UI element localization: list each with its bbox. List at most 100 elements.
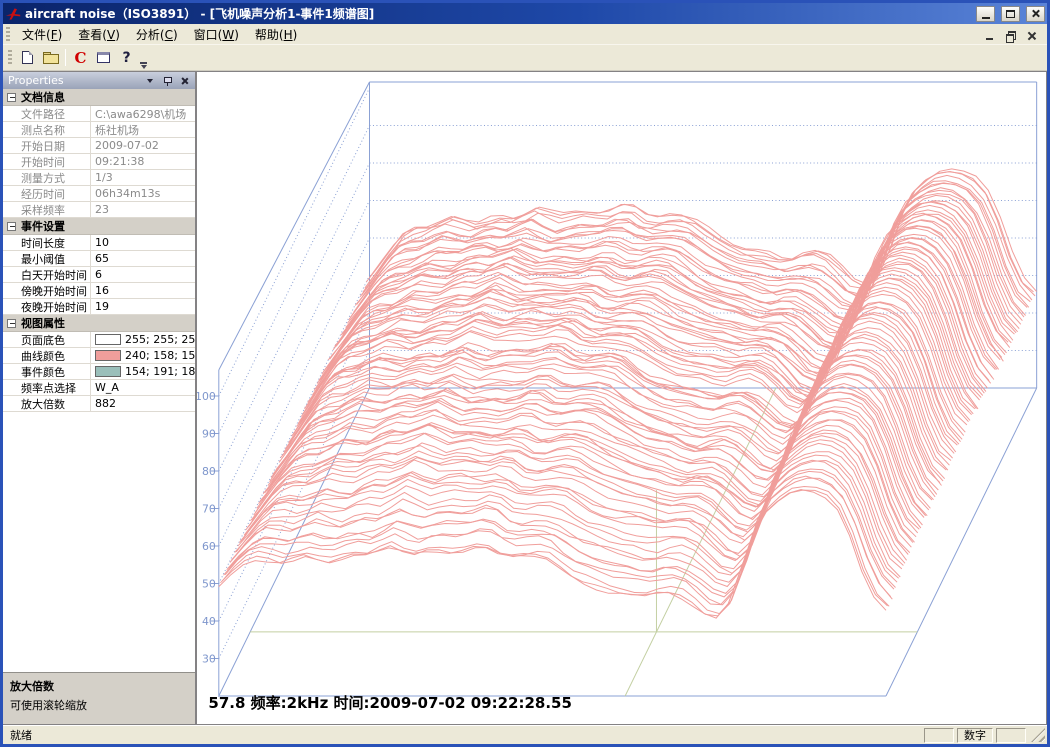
property-value-text: 882 — [95, 397, 116, 410]
color-swatch[interactable] — [95, 366, 121, 377]
property-description-text: 可使用滚轮缩放 — [10, 697, 188, 713]
maximize-icon — [1006, 10, 1015, 18]
property-label: 白天开始时间 — [3, 267, 91, 282]
property-value-text: 240; 158; 15 — [125, 349, 195, 362]
property-value[interactable]: 1/3 — [91, 170, 195, 185]
menu-item[interactable]: 帮助(H) — [247, 24, 305, 45]
spectrum-slice — [226, 478, 893, 605]
property-description: 放大倍数 可使用滚轮缩放 — [3, 672, 195, 724]
help-button[interactable]: ? — [115, 47, 138, 69]
convert-button[interactable]: C — [69, 47, 92, 69]
maximize-button[interactable] — [1001, 6, 1020, 22]
property-row: 文件路径C:\awa6298\机场 — [3, 106, 195, 122]
property-label: 测量方式 — [3, 170, 91, 185]
property-row: 曲线颜色240; 158; 15 — [3, 348, 195, 364]
toolbar-grip[interactable] — [8, 50, 12, 65]
property-value[interactable]: 154; 191; 18 — [91, 364, 195, 379]
property-value-text: 16 — [95, 284, 109, 297]
resize-grip[interactable] — [1031, 728, 1045, 742]
axis-tick-label: 40 — [202, 615, 216, 628]
property-value[interactable]: 23 — [91, 202, 195, 217]
property-value[interactable]: 6 — [91, 267, 195, 282]
property-value[interactable]: 16 — [91, 283, 195, 298]
properties-panel-title: Properties — [8, 74, 139, 87]
status-pane-num: 数字 — [957, 728, 993, 743]
properties-panel: Properties 文档信息文件路径C:\awa6298\机场测点名称栎社机场… — [3, 71, 196, 725]
section-title: 文档信息 — [21, 89, 65, 105]
property-row: 频率点选择W_A — [3, 380, 195, 396]
spectrum-slice — [272, 360, 939, 490]
property-value[interactable]: 09:21:38 — [91, 154, 195, 169]
spectrum-slice — [248, 420, 915, 542]
toolbar: C ? — [3, 45, 1047, 71]
property-value[interactable]: 65 — [91, 251, 195, 266]
collapse-icon[interactable] — [7, 93, 16, 102]
property-value[interactable]: 10 — [91, 235, 195, 250]
section-title: 事件设置 — [21, 218, 65, 234]
property-value[interactable]: 255; 255; 25 — [91, 332, 195, 347]
color-swatch[interactable] — [95, 334, 121, 345]
property-description-title: 放大倍数 — [10, 678, 188, 694]
mdi-minimize-button[interactable] — [983, 29, 995, 40]
mdi-restore-icon — [1006, 31, 1015, 40]
property-section-header[interactable]: 事件设置 — [3, 218, 195, 235]
menu-item[interactable]: 窗口(W) — [186, 24, 247, 45]
mdi-close-button[interactable] — [1025, 29, 1037, 40]
main-content: Properties 文档信息文件路径C:\awa6298\机场测点名称栎社机场… — [3, 71, 1047, 725]
panel-menu-button[interactable] — [144, 75, 156, 87]
panel-pin-button[interactable] — [161, 75, 173, 87]
property-value[interactable]: 19 — [91, 299, 195, 314]
properties-button[interactable] — [92, 47, 115, 69]
spectrum-plot-window: 10090807060504030 57.8 频率:2kHz 时间:2009-0… — [196, 71, 1047, 725]
property-value[interactable]: C:\awa6298\机场 — [91, 106, 195, 121]
property-value[interactable]: 882 — [91, 396, 195, 411]
menu-item[interactable]: 分析(C) — [128, 24, 186, 45]
menu-item[interactable]: 查看(V) — [70, 24, 128, 45]
property-value[interactable]: 栎社机场 — [91, 122, 195, 137]
title-bar: aircraft noise（ISO3891） - [飞机噪声分析1-事件1频谱… — [3, 3, 1047, 24]
axis-tick-label: 30 — [202, 652, 216, 665]
close-button[interactable] — [1026, 6, 1045, 22]
spectrum-slice — [221, 490, 888, 616]
property-row: 放大倍数882 — [3, 396, 195, 412]
minimize-button[interactable] — [976, 6, 995, 22]
minimize-icon — [982, 17, 990, 19]
toolbar-overflow-button[interactable] — [140, 62, 147, 69]
axis-tick-label: 100 — [197, 390, 216, 403]
property-value-text: 65 — [95, 252, 109, 265]
waterfall-plot[interactable]: 10090807060504030 — [197, 72, 1046, 724]
status-pane-1 — [924, 728, 954, 743]
property-row: 时间长度10 — [3, 235, 195, 251]
collapse-icon[interactable] — [7, 222, 16, 231]
chevron-down-icon — [147, 79, 153, 83]
status-pane-2 — [996, 728, 1026, 743]
property-value-text: 154; 191; 18 — [125, 365, 195, 378]
collapse-icon[interactable] — [7, 319, 16, 328]
property-label: 文件路径 — [3, 106, 91, 121]
menu-grip[interactable] — [6, 27, 10, 42]
axis-tick-label: 70 — [202, 502, 216, 515]
property-value-text: 09:21:38 — [95, 155, 144, 168]
color-swatch[interactable] — [95, 350, 121, 361]
close-icon — [180, 77, 188, 85]
property-label: 夜晚开始时间 — [3, 299, 91, 314]
window-title: aircraft noise（ISO3891） - [飞机噪声分析1-事件1频谱… — [25, 5, 970, 22]
property-label: 开始日期 — [3, 138, 91, 153]
open-file-button[interactable] — [39, 47, 62, 69]
property-row: 开始日期2009-07-02 — [3, 138, 195, 154]
axis-tick-label: 90 — [202, 427, 216, 440]
property-value[interactable]: 240; 158; 15 — [91, 348, 195, 363]
property-value[interactable]: 06h34m13s — [91, 186, 195, 201]
property-value[interactable]: 2009-07-02 — [91, 138, 195, 153]
property-value[interactable]: W_A — [91, 380, 195, 395]
menu-item[interactable]: 文件(F) — [14, 24, 70, 45]
new-document-button[interactable] — [16, 47, 39, 69]
mdi-restore-button[interactable] — [1004, 29, 1016, 40]
property-section-header[interactable]: 文档信息 — [3, 89, 195, 106]
panel-close-button[interactable] — [178, 75, 190, 87]
property-section-header[interactable]: 视图属性 — [3, 315, 195, 332]
property-value-text: 6 — [95, 268, 102, 281]
mdi-minimize-icon — [986, 38, 993, 40]
property-row: 事件颜色154; 191; 18 — [3, 364, 195, 380]
property-label: 频率点选择 — [3, 380, 91, 395]
